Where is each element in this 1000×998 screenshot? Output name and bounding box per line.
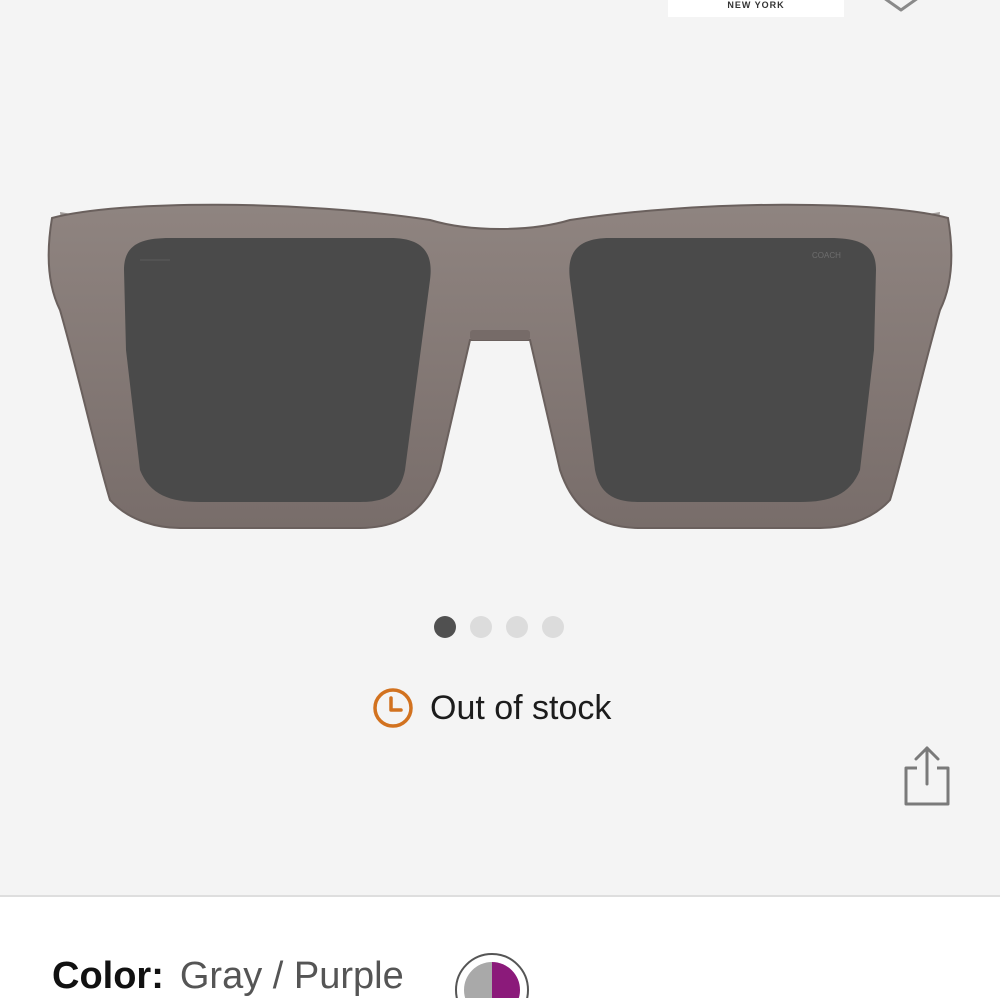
carousel-dot-2[interactable] xyxy=(470,616,492,638)
clock-icon xyxy=(373,688,413,728)
brand-logo[interactable]: NEW YORK xyxy=(668,0,844,17)
product-image[interactable]: COACH xyxy=(0,150,1000,570)
color-selector: Color: Gray / Purple xyxy=(52,955,404,998)
color-label: Color: xyxy=(52,955,164,997)
carousel-dot-1[interactable] xyxy=(434,616,456,638)
stock-status: Out of stock xyxy=(372,686,611,730)
color-value: Gray / Purple xyxy=(179,955,404,997)
heart-icon[interactable] xyxy=(878,0,924,14)
right-lens xyxy=(569,238,876,502)
left-lens xyxy=(124,238,431,502)
carousel-dot-4[interactable] xyxy=(542,616,564,638)
color-swatch[interactable] xyxy=(454,952,530,998)
product-page: NEW YORK COACH Out of stock Color: Gray … xyxy=(0,0,1000,998)
carousel-dot-3[interactable] xyxy=(506,616,528,638)
stock-status-text: Out of stock xyxy=(430,688,612,727)
carousel-dots xyxy=(434,616,564,638)
lens-engraving: COACH xyxy=(812,251,841,260)
brand-logo-text: NEW YORK xyxy=(727,0,785,10)
bridge-detail xyxy=(470,330,530,340)
share-icon[interactable] xyxy=(900,744,954,808)
